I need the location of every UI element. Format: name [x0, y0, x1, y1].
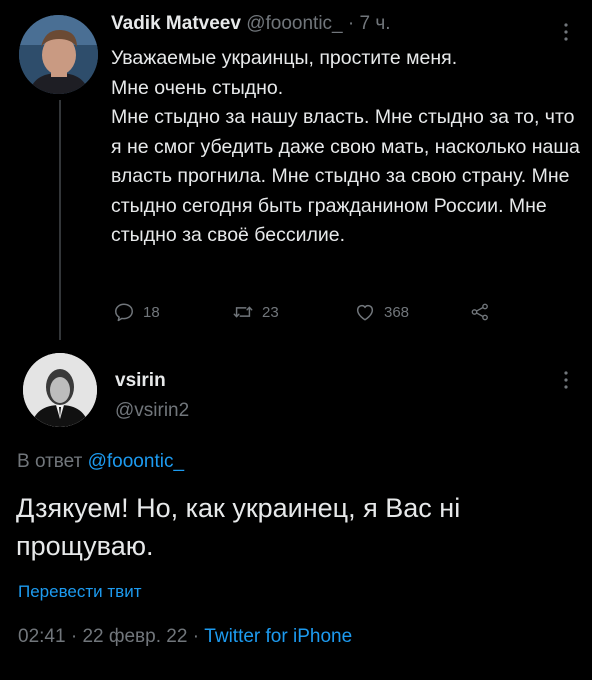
- retweet-button[interactable]: 23: [232, 296, 279, 328]
- retweet-count: 23: [262, 303, 279, 321]
- share-button[interactable]: [469, 296, 499, 328]
- author-name[interactable]: Vadik Matveev: [111, 13, 241, 34]
- tweet-line: Мне очень стыдно.: [111, 76, 284, 99]
- translate-tweet-link[interactable]: Перевести твит: [18, 582, 141, 602]
- separator: ·: [347, 13, 355, 34]
- tweet-time[interactable]: 02:41: [18, 626, 66, 647]
- avatar-photo-icon: [23, 353, 97, 427]
- more-vertical-icon[interactable]: [563, 370, 569, 390]
- avatar-photo-icon: [19, 15, 98, 94]
- tweet-text: Дзякуем! Но, как украинец, я Вас ні прощ…: [16, 493, 461, 561]
- share-icon: [471, 303, 488, 321]
- more-vertical-icon[interactable]: [563, 22, 569, 42]
- timestamp[interactable]: 7 ч.: [360, 13, 391, 34]
- reply-icon: [115, 303, 133, 322]
- reply-to-handle-link[interactable]: @fooontic_: [88, 451, 184, 472]
- separator: ·: [70, 626, 78, 647]
- reply-count: 18: [143, 303, 160, 321]
- retweet-icon: [233, 306, 253, 318]
- reply-to-label: В ответ: [17, 451, 83, 472]
- tweet-header: Vadik Matveev @fooontic_ · 7 ч.: [111, 13, 391, 35]
- tweet-text: Уважаемые украинцы, простите меня. Мне о…: [111, 44, 581, 251]
- separator: ·: [192, 626, 200, 647]
- tweet-line: Уважаемые украинцы, простите меня.: [111, 47, 458, 69]
- tweet-date[interactable]: 22 февр. 22: [82, 626, 187, 647]
- reply-to-line: В ответ @fooontic_: [17, 451, 184, 473]
- avatar[interactable]: [23, 353, 97, 427]
- heart-icon: [356, 304, 374, 321]
- author-handle[interactable]: @fooontic_: [246, 13, 342, 34]
- like-count: 368: [384, 303, 410, 321]
- tweet-source-link[interactable]: Twitter for iPhone: [204, 626, 352, 647]
- tweet-meta: 02:41 · 22 февр. 22 · Twitter for iPhone: [18, 626, 352, 648]
- avatar[interactable]: [19, 15, 98, 94]
- tweet-line: Мне стыдно за нашу власть. Мне стыдно за…: [111, 106, 580, 246]
- author-name[interactable]: vsirin: [115, 370, 166, 392]
- author-handle[interactable]: @vsirin2: [115, 400, 189, 422]
- like-button[interactable]: 368: [354, 296, 409, 328]
- tweet-actions: 18 23 368: [0, 296, 592, 328]
- reply-button[interactable]: 18: [113, 296, 160, 328]
